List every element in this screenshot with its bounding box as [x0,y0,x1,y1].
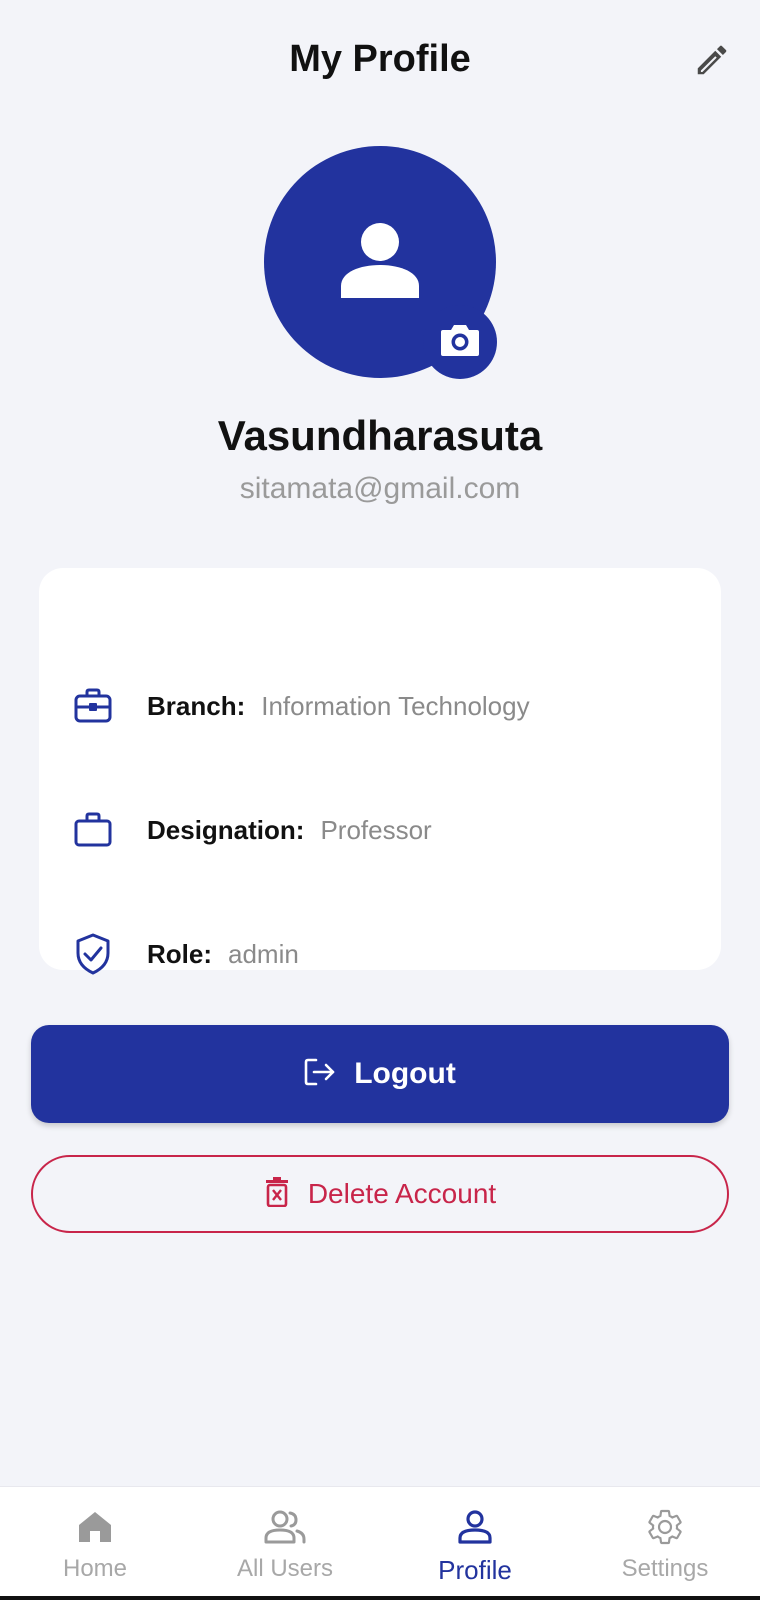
pencil-icon [693,41,731,84]
role-label: Role: [147,938,212,969]
nav-label-profile: Profile [438,1555,512,1585]
profile-info-card: Branch: Information Technology Designati… [39,568,721,975]
nav-item-all-users[interactable]: All Users [190,1487,380,1600]
users-icon [263,1505,307,1549]
nav-item-profile[interactable]: Profile [380,1487,570,1600]
user-name: Vasundharasuta [217,412,543,459]
designation-label: Designation: [147,814,305,845]
system-bottom-bar [0,1596,760,1600]
change-photo-button[interactable] [423,305,497,379]
user-email: sitamata@gmail.com [239,472,521,505]
suitcase-icon [71,808,115,852]
page-title: My Profile [289,38,471,80]
branch-value: Information Technology [261,690,530,721]
logout-label: Logout [354,1057,456,1090]
gear-icon [643,1505,687,1549]
delete-account-button[interactable]: Delete Account [31,1155,729,1233]
nav-label-settings: Settings [621,1555,709,1582]
person-icon [338,218,422,307]
trash-icon [264,1176,290,1212]
role-value: admin [228,938,299,969]
edit-profile-button[interactable] [690,40,734,84]
nav-label-home: Home [62,1555,128,1582]
info-row-designation: Designation: Professor [39,800,721,860]
delete-account-label: Delete Account [307,1178,497,1209]
nav-item-settings[interactable]: Settings [570,1487,760,1600]
shield-check-icon [71,932,115,976]
briefcase-icon [71,684,115,728]
nav-item-home[interactable]: Home [0,1487,190,1600]
info-row-role: Role: admin [39,924,721,984]
designation-value: Professor [320,814,432,845]
branch-label: Branch: [147,690,246,721]
profile-screen: My Profile Vasundharasuta sitamata@gmail… [0,0,760,1600]
home-icon [73,1505,117,1549]
logout-icon [304,1057,336,1092]
bottom-navigation: Home All Users Profile Settings [0,1486,760,1600]
logout-button[interactable]: Logout [31,1025,729,1123]
profile-icon [453,1505,497,1549]
info-row-branch: Branch: Information Technology [39,676,721,736]
nav-label-all-users: All Users [236,1555,333,1582]
app-header: My Profile [0,0,760,124]
camera-icon [439,322,481,363]
